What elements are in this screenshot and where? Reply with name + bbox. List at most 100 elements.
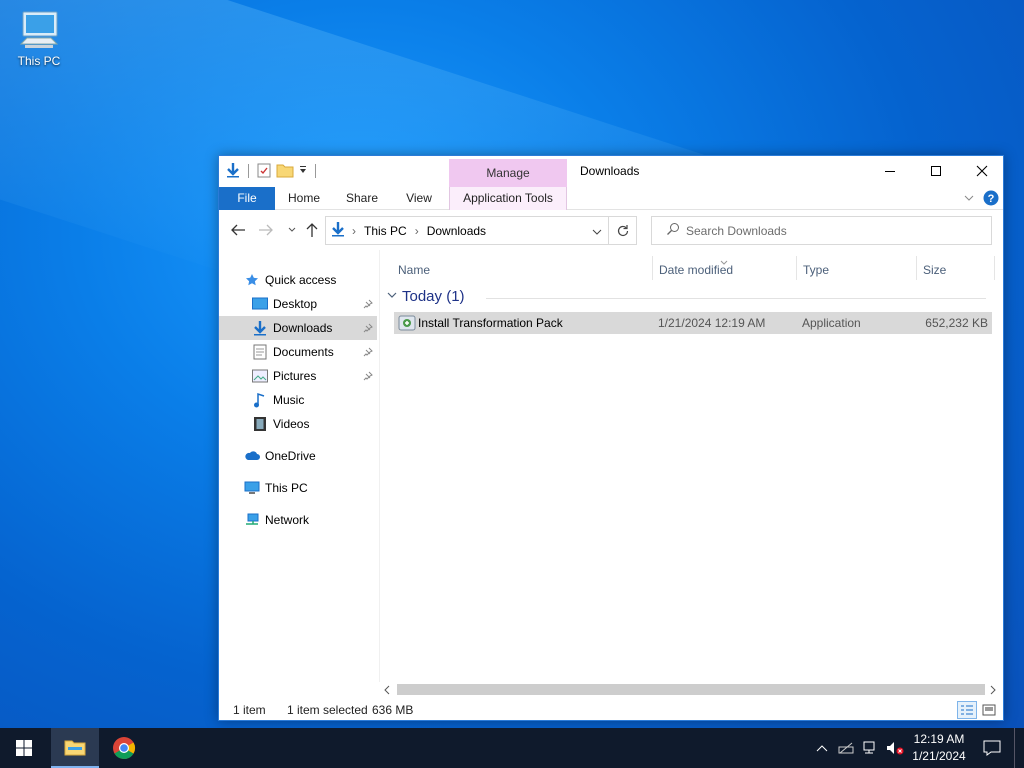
nav-network[interactable]: Network [243,508,401,532]
title-bar: Manage Downloads [219,156,1003,187]
details-view-button[interactable] [957,701,977,719]
pin-icon [363,298,373,312]
nav-label: Documents [273,345,334,359]
ribbon-tabs: File Home Share View Application Tools ? [219,187,1003,210]
show-hidden-icons-button[interactable] [812,728,832,768]
start-button[interactable] [0,728,48,768]
scroll-right-arrow-icon[interactable] [989,684,997,698]
minimize-button[interactable] [867,156,913,186]
nav-label: Quick access [265,273,337,287]
nav-item-documents[interactable]: Documents [219,340,377,364]
address-bar[interactable]: › This PC › Downloads [325,216,609,245]
system-clock[interactable]: 12:19 AM 1/21/2024 [906,731,972,765]
column-divider [994,256,995,280]
computer-icon [17,8,61,52]
nav-item-downloads[interactable]: Downloads [219,316,377,340]
column-header-name[interactable]: Name [398,260,430,280]
tab-file[interactable]: File [219,187,275,210]
forward-button[interactable] [257,222,275,238]
tab-share[interactable]: Share [337,187,387,210]
tab-application-tools[interactable]: Application Tools [449,187,567,210]
scroll-left-arrow-icon[interactable] [383,684,391,698]
download-arrow-icon [225,162,241,181]
show-desktop-button[interactable] [1014,728,1022,768]
nav-quick-access[interactable]: Quick access [243,268,401,292]
tab-home[interactable]: Home [279,187,329,210]
clock-time: 12:19 AM [913,732,965,746]
group-header-today[interactable]: Today (1) [386,288,986,305]
desktop-icon-label: This PC [17,54,61,68]
column-divider [652,256,653,280]
nav-item-videos[interactable]: Videos [219,412,377,436]
nav-label: Videos [273,417,310,431]
file-type: Application [802,316,861,330]
nav-label: Desktop [273,297,318,311]
collapse-chevron-icon [386,288,398,305]
file-explorer-window: Manage Downloads File Home Share View Ap… [218,155,1004,721]
svg-text:?: ? [988,193,995,205]
taskbar: 12:19 AM 1/21/2024 [0,728,1024,768]
new-folder-icon[interactable] [276,162,294,181]
back-button[interactable] [229,222,247,238]
address-row: › This PC › Downloads [219,210,1003,250]
downloads-folder-icon [251,319,269,337]
large-icons-view-button[interactable] [979,701,999,719]
expand-ribbon-icon[interactable] [963,192,975,207]
refresh-button[interactable] [609,216,637,245]
breadcrumb-chevron-icon: › [414,223,419,238]
pin-icon [363,346,373,360]
sort-indicator-icon [720,254,728,268]
clock-date: 1/21/2024 [912,749,966,763]
horizontal-scrollbar[interactable] [379,682,1003,696]
tray-storage-icon[interactable] [836,728,856,768]
desktop-icon-this-pc[interactable]: This PC [10,8,68,68]
star-icon [243,271,261,289]
customize-dropdown-icon[interactable] [298,164,308,178]
desktop-folder-icon [251,295,269,313]
status-selection-size: 636 MB [372,703,414,717]
chrome-icon [113,737,135,759]
file-explorer-icon [64,740,86,756]
column-header-type[interactable]: Type [803,260,829,280]
toolbar-separator [315,164,316,178]
nav-onedrive[interactable]: OneDrive [243,444,401,468]
close-button[interactable] [959,156,1005,186]
breadcrumb-downloads[interactable]: Downloads [427,224,486,238]
properties-icon[interactable] [256,162,272,181]
file-date-modified: 1/21/2024 12:19 AM [658,316,766,330]
pin-icon [363,322,373,336]
address-dropdown-icon[interactable] [592,226,602,240]
up-button[interactable] [303,222,321,238]
search-box[interactable] [651,216,992,245]
documents-folder-icon [251,343,269,361]
file-size: 652,232 KB [925,316,988,330]
application-icon [398,314,416,335]
chevron-up-icon [816,745,828,752]
status-bar: 1 item 1 item selected 636 MB [219,699,1003,721]
group-divider-line [486,298,986,299]
nav-item-pictures[interactable]: Pictures [219,364,377,388]
column-divider [916,256,917,280]
nav-label: This PC [265,481,308,495]
nav-this-pc[interactable]: This PC [243,476,401,500]
column-divider [796,256,797,280]
taskbar-file-explorer[interactable] [51,728,99,768]
column-header-size[interactable]: Size [923,260,946,280]
taskbar-chrome[interactable] [100,728,148,768]
search-input[interactable] [686,223,966,238]
recent-locations-button[interactable] [283,222,301,238]
nav-item-desktop[interactable]: Desktop [219,292,377,316]
scrollbar-thumb[interactable] [397,684,985,695]
maximize-button[interactable] [913,156,959,186]
breadcrumb-this-pc[interactable]: This PC [364,224,407,238]
help-icon[interactable]: ? [983,190,999,209]
nav-label: Pictures [273,369,317,383]
volume-muted-icon[interactable] [884,728,906,768]
tab-view[interactable]: View [395,187,443,210]
table-row[interactable]: Install Transformation Pack 1/21/2024 12… [394,312,992,334]
nav-item-music[interactable]: Music [219,388,377,412]
nav-label: Downloads [273,321,333,335]
pictures-folder-icon [251,367,269,385]
network-status-icon[interactable] [860,728,882,768]
action-center-button[interactable] [976,728,1008,768]
